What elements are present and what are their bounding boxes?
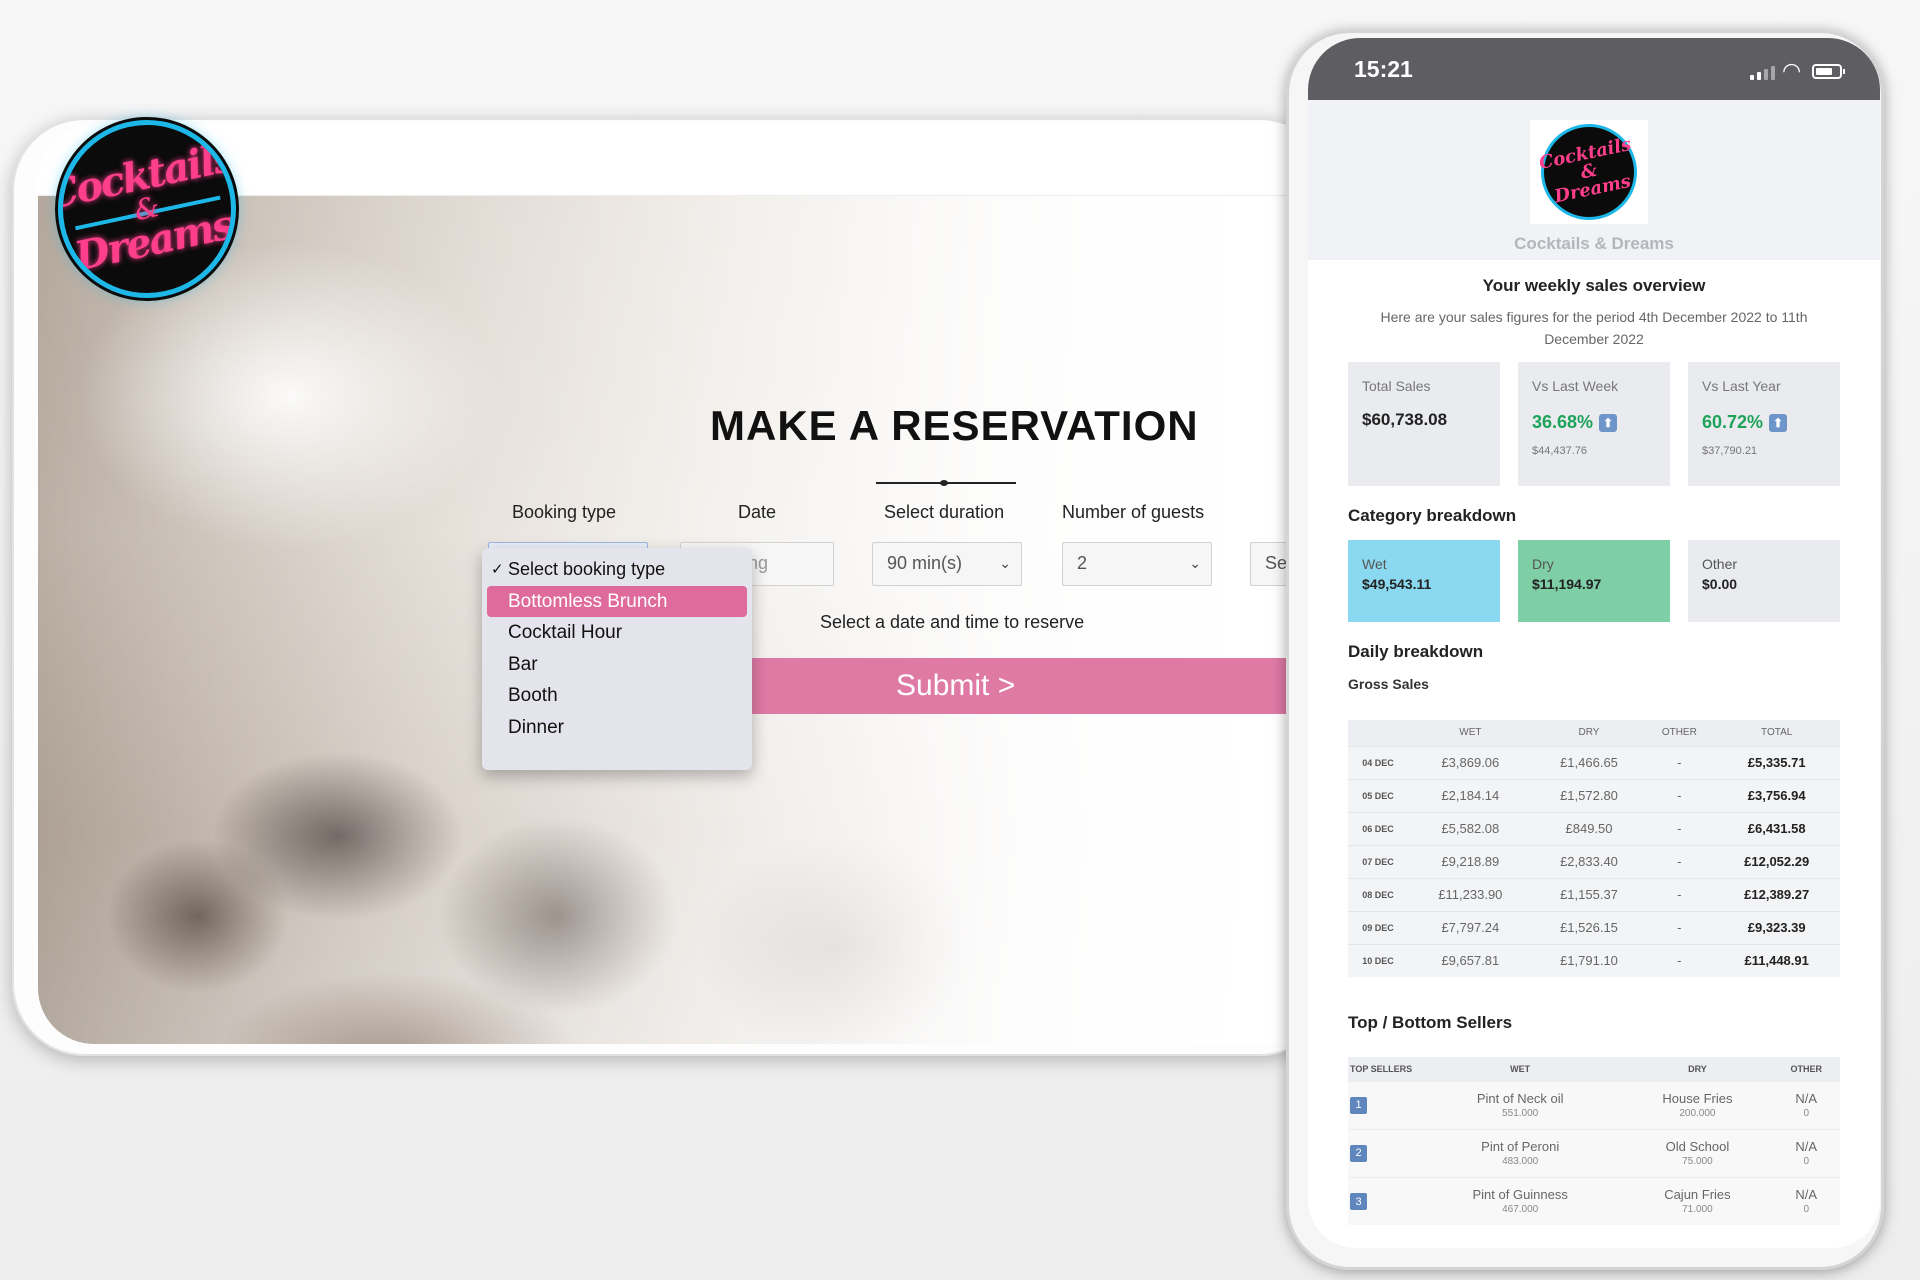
table-header-row: WET DRY OTHER TOTAL: [1348, 720, 1840, 746]
category-dry: Dry $11,194.97: [1518, 540, 1670, 622]
table-row: 07 DEC £9,218.89 £2,833.40- £12,052.29: [1348, 844, 1840, 878]
stat-vs-last-week: Vs Last Week 36.68% ⬆ $44,437.76: [1518, 362, 1670, 486]
table-row: 10 DEC £9,657.81 £1,791.10- £11,448.91: [1348, 943, 1840, 977]
category-row: Wet $49,543.11 Dry $11,194.97 Other $0.0…: [1348, 540, 1840, 622]
wifi-icon: ◠: [1782, 58, 1802, 83]
phone-frame: 15:21 ◠ Cocktails & Dreams Cocktails & D…: [1286, 30, 1884, 1270]
category-other: Other $0.00: [1688, 540, 1840, 622]
dropdown-option-bar[interactable]: Bar: [482, 649, 752, 681]
title-divider: [876, 480, 1016, 486]
status-time: 15:21: [1354, 56, 1413, 82]
rank-badge: 3: [1350, 1193, 1367, 1210]
table-row: 3 Pint of Guinness 467.000 Cajun Fries 71.…: [1348, 1176, 1840, 1225]
dropdown-option-dinner[interactable]: Dinner: [482, 712, 752, 744]
booking-type-label: Booking type: [512, 502, 617, 522]
dropdown-option-bottomless-brunch[interactable]: Bottomless Brunch: [487, 585, 747, 617]
signal-icon: [1750, 66, 1775, 80]
stat-total-sales: Total Sales $60,738.08: [1348, 362, 1500, 486]
guests-label: Number of guests: [1062, 502, 1205, 522]
daily-heading: Daily breakdown: [1348, 642, 1484, 661]
arrow-up-icon: ⬆: [1599, 413, 1618, 432]
table-row: 09 DEC £7,797.24 £1,526.15- £9,323.39: [1348, 910, 1840, 944]
table-row: 04 DEC £3,869.06 £1,466.65- £5,335.71: [1348, 745, 1840, 779]
category-wet: Wet $49,543.11: [1348, 540, 1500, 622]
status-bar: 15:21 ◠: [1308, 38, 1880, 100]
email-header: Cocktails & Dreams Cocktails & Dreams: [1308, 100, 1880, 260]
chevron-down-icon: ⌄: [999, 555, 1011, 571]
table-row: 05 DEC £2,184.14 £1,572.80- £3,756.94: [1348, 778, 1840, 812]
sellers-heading: Top / Bottom Sellers: [1348, 1013, 1513, 1032]
table-header-row: TOP SELLERS WET DRY OTHER: [1348, 1057, 1840, 1081]
arrow-up-icon: ⬆: [1769, 413, 1788, 432]
duration-select[interactable]: 90 min(s) ⌄: [872, 542, 1022, 586]
table-row: 1 Pint of Neck oil 551.000 House Fries 200…: [1348, 1080, 1840, 1129]
phone-screen: 15:21 ◠ Cocktails & Dreams Cocktails & D…: [1308, 38, 1880, 1248]
table-row: 08 DEC £11,233.90 £1,155.37- £12,389.27: [1348, 877, 1840, 911]
submit-button[interactable]: Submit >: [752, 658, 1320, 714]
dropdown-option-default[interactable]: Select booking type: [482, 554, 752, 586]
guests-select[interactable]: 2 ⌄: [1062, 542, 1212, 586]
email-body: Your weekly sales overview Here are your…: [1308, 276, 1880, 1225]
stats-row: Total Sales $60,738.08 Vs Last Week 36.6…: [1348, 362, 1840, 486]
booking-type-dropdown: Select booking type Bottomless Brunch Co…: [482, 548, 752, 770]
date-label: Date: [738, 502, 777, 522]
sellers-table: TOP SELLERS WET DRY OTHER 1 Pint of Neck…: [1348, 1057, 1840, 1225]
gross-sales-subheading: Gross Sales: [1348, 676, 1429, 692]
rank-badge: 2: [1350, 1144, 1367, 1162]
page-title: MAKE A RESERVATION: [710, 402, 1199, 449]
dropdown-option-booth[interactable]: Booth: [482, 680, 752, 712]
reserve-hint: Select a date and time to reserve: [820, 612, 1085, 632]
brand-name: Cocktails & Dreams: [1514, 234, 1674, 253]
category-heading: Category breakdown: [1348, 506, 1517, 525]
dropdown-option-cocktail-hour[interactable]: Cocktail Hour: [482, 617, 752, 649]
daily-table: WET DRY OTHER TOTAL 04 DEC £3,869.06 £1,46…: [1348, 720, 1840, 977]
rank-badge: 1: [1350, 1096, 1367, 1114]
chevron-down-icon: ⌄: [1189, 555, 1201, 571]
email-logo: Cocktails & Dreams: [1530, 115, 1648, 229]
table-row: 2 Pint of Peroni 483.000 Old School 75.000…: [1348, 1128, 1840, 1177]
overview-heading: Your weekly sales overview: [1482, 276, 1706, 295]
stat-vs-last-year: Vs Last Year 60.72% ⬆ $37,790.21: [1688, 362, 1840, 486]
period-text: Here are your sales figures for the peri…: [1380, 309, 1808, 347]
table-row: 06 DEC £5,582.08 £849.50- £6,431.58: [1348, 811, 1840, 845]
duration-label: Select duration: [884, 502, 1005, 522]
battery-icon: [1812, 64, 1845, 79]
